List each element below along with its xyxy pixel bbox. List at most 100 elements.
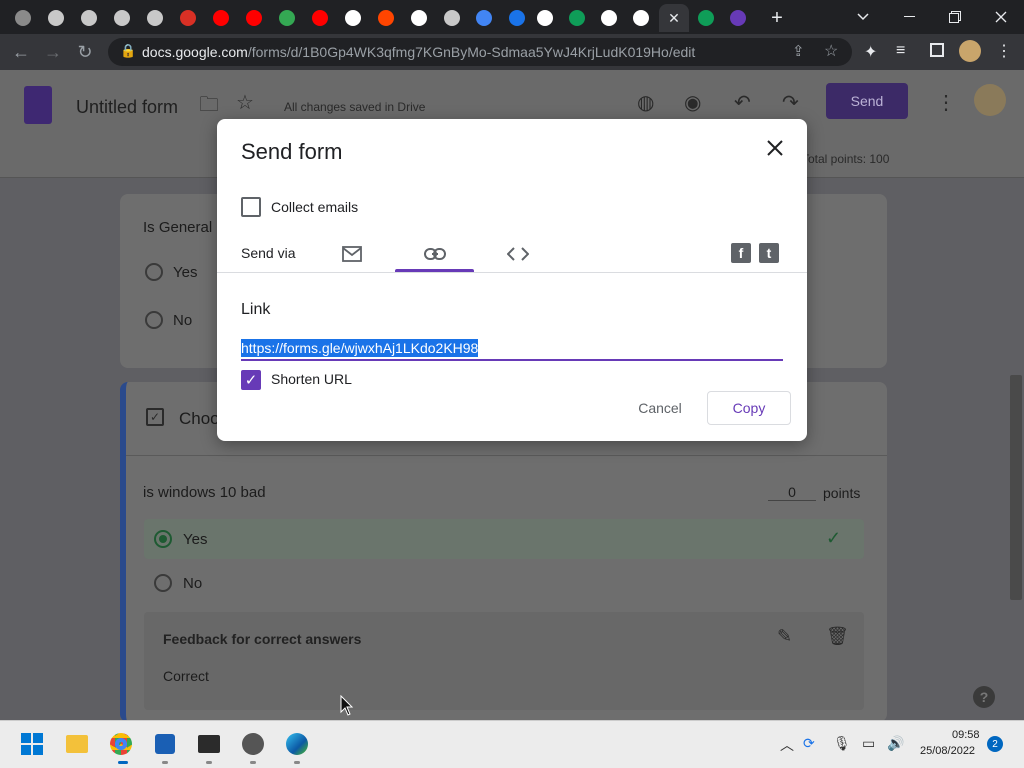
tab-search-button[interactable] — [840, 0, 886, 34]
folder-icon[interactable]: 🗀 — [199, 90, 219, 124]
browser-tab[interactable] — [239, 4, 269, 32]
forms-logo-icon[interactable] — [24, 86, 52, 124]
browser-tab[interactable] — [723, 4, 753, 32]
form-title[interactable]: Untitled form — [76, 97, 178, 118]
collect-emails-checkbox[interactable] — [241, 197, 261, 217]
radio-option-selected[interactable] — [154, 530, 172, 548]
send-button[interactable]: Send — [826, 83, 908, 119]
browser-tab[interactable] — [272, 4, 302, 32]
account-avatar[interactable] — [974, 84, 1006, 116]
share-icon[interactable]: ⇪ — [792, 42, 805, 60]
new-tab-button[interactable]: + — [762, 4, 792, 32]
browser-tab[interactable] — [41, 4, 71, 32]
browser-tab[interactable]: ✕ — [659, 4, 689, 32]
chrome-icon[interactable] — [109, 732, 133, 756]
tab-email[interactable] — [312, 236, 392, 272]
correct-option-row[interactable] — [144, 519, 864, 559]
browser-tab[interactable] — [305, 4, 335, 32]
forward-button[interactable]: → — [40, 39, 66, 65]
save-status: All changes saved in Drive — [284, 100, 426, 114]
profile-avatar[interactable] — [959, 40, 981, 62]
more-vert-icon[interactable]: ⋮ — [936, 90, 956, 115]
redo-icon[interactable]: ↷ — [782, 90, 799, 115]
browser-tab[interactable] — [530, 4, 560, 32]
minimize-button[interactable] — [886, 0, 932, 34]
link-icon — [424, 248, 446, 260]
volume-icon[interactable]: 🔊 — [887, 735, 904, 752]
reddit-icon — [378, 10, 394, 26]
browser-tab[interactable] — [691, 4, 721, 32]
microphone-icon[interactable]: 🎙 — [833, 735, 851, 752]
browser-tab[interactable] — [206, 4, 236, 32]
edit-pencil-icon[interactable]: ✎ — [777, 626, 792, 647]
file-explorer-icon[interactable] — [65, 732, 89, 756]
facebook-icon[interactable]: f — [731, 243, 751, 263]
browser-tab[interactable] — [107, 4, 137, 32]
close-icon — [767, 140, 783, 156]
question-2-title: is windows 10 bad — [143, 484, 266, 501]
more-vert-icon[interactable]: ⋮ — [996, 41, 1012, 61]
reload-button[interactable]: ↻ — [72, 39, 98, 65]
show-hidden-icons-chevron-up-icon[interactable]: ︿ — [780, 735, 794, 755]
restore-button[interactable] — [932, 0, 978, 34]
browser-tab[interactable] — [469, 4, 499, 32]
browser-tab[interactable] — [502, 4, 532, 32]
undo-icon[interactable]: ↶ — [734, 90, 751, 115]
browser-tab[interactable] — [404, 4, 434, 32]
terminal-icon[interactable] — [197, 732, 221, 756]
edge-icon[interactable] — [285, 732, 309, 756]
close-icon: ✕ — [668, 9, 680, 26]
sync-icon[interactable]: ⟳ — [803, 735, 815, 752]
address-bar[interactable]: 🔒 docs.google.com/forms/d/1B0Gp4WK3qfmg7… — [108, 38, 852, 66]
extensions-icon[interactable]: ✦ — [864, 42, 877, 62]
browser-tab[interactable] — [371, 4, 401, 32]
minimize-icon — [903, 16, 915, 17]
points-input[interactable]: 0 — [768, 484, 816, 501]
copy-button[interactable]: Copy — [707, 391, 791, 425]
browser-tab[interactable] — [626, 4, 656, 32]
delete-trash-icon[interactable]: 🗑 — [826, 626, 849, 647]
preview-eye-icon[interactable]: ◉ — [684, 90, 701, 115]
browser-tab[interactable] — [74, 4, 104, 32]
arrow-left-icon: ← — [12, 41, 30, 62]
help-icon[interactable]: ? — [973, 686, 995, 708]
star-icon[interactable]: ☆ — [236, 90, 254, 115]
correct-check-icon: ✓ — [826, 528, 842, 548]
tab-icon-13 — [411, 10, 427, 26]
clock-date[interactable]: 25/08/2022 — [920, 745, 975, 757]
bookmark-star-icon[interactable]: ☆ — [824, 41, 838, 61]
radio-option[interactable] — [154, 574, 172, 592]
media-queue-icon[interactable]: ≡ — [896, 42, 905, 60]
browser-tab[interactable] — [8, 4, 38, 32]
browser-tab[interactable] — [562, 4, 592, 32]
twitter-icon[interactable]: t — [759, 243, 779, 263]
tab-link[interactable] — [395, 236, 475, 272]
palette-icon[interactable]: ◍ — [637, 90, 654, 115]
clock-time[interactable]: 09:58 — [952, 729, 980, 741]
browser-tab[interactable] — [437, 4, 467, 32]
radio-option[interactable] — [145, 263, 163, 281]
network-icon[interactable]: ▭ — [862, 735, 875, 752]
dialog-close-button[interactable] — [767, 135, 783, 163]
back-button[interactable]: ← — [8, 39, 34, 65]
side-panel-icon[interactable] — [930, 43, 944, 57]
browser-tab[interactable] — [338, 4, 368, 32]
feedback-title: Feedback for correct answers — [163, 631, 362, 647]
settings-app-icon[interactable] — [241, 732, 265, 756]
windows-start-icon[interactable] — [20, 732, 44, 756]
scrollbar-thumb[interactable] — [1010, 375, 1022, 600]
google-icon — [345, 10, 361, 26]
cancel-button[interactable]: Cancel — [625, 391, 695, 425]
browser-tab[interactable] — [173, 4, 203, 32]
radio-option[interactable] — [145, 311, 163, 329]
browser-tab[interactable] — [140, 4, 170, 32]
window-close-button[interactable] — [978, 0, 1024, 34]
tab-embed[interactable] — [478, 236, 558, 272]
link-url-selected-text[interactable]: https://forms.gle/wjwxhAj1LKdo2KH98 — [241, 339, 479, 357]
tab-icon-22 — [698, 10, 714, 26]
browser-tab[interactable] — [594, 4, 624, 32]
shorten-url-checkbox[interactable]: ✓ — [241, 370, 261, 390]
notification-badge[interactable]: 2 — [987, 736, 1003, 752]
chevron-down-icon — [857, 13, 869, 21]
store-icon[interactable] — [153, 732, 177, 756]
